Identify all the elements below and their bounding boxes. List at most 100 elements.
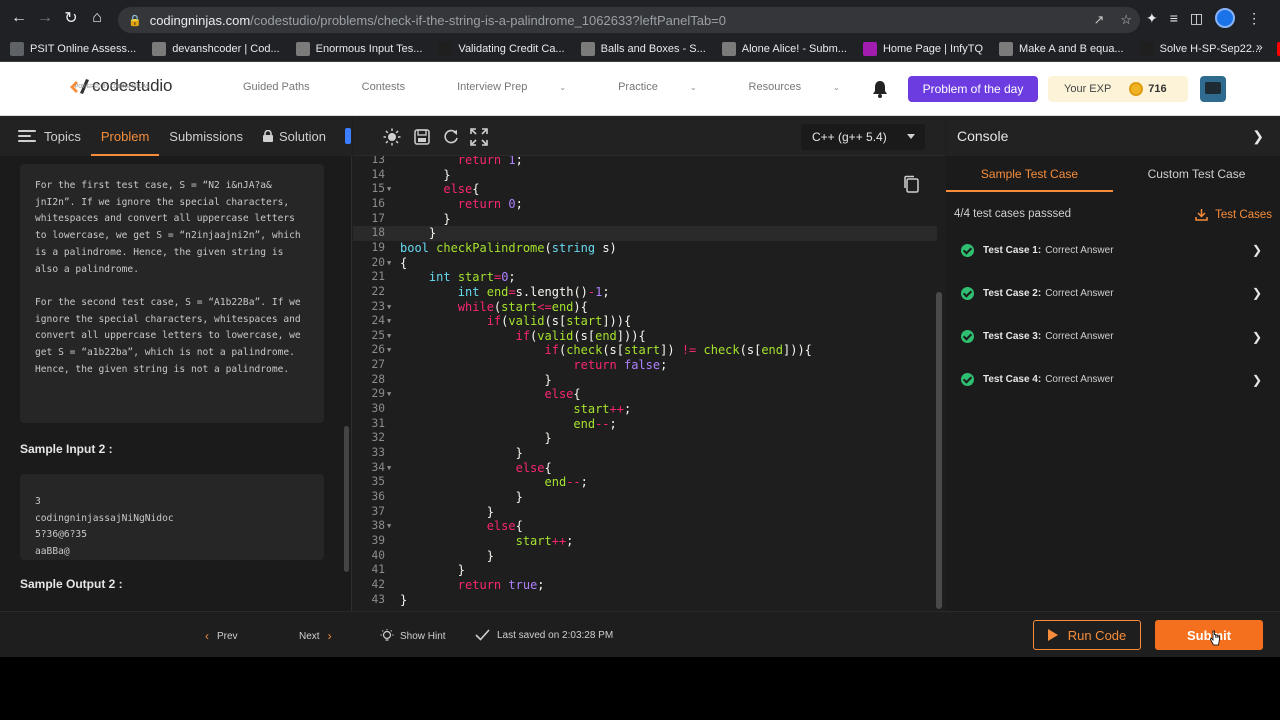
bookmarks-overflow-icon[interactable]: »	[1256, 40, 1268, 54]
fold-arrow-icon[interactable]: ▼	[387, 461, 391, 476]
code-line[interactable]: 24 ▼ if(valid(s[start])){	[353, 314, 937, 329]
profile-avatar[interactable]	[1215, 8, 1236, 28]
exp-badge[interactable]: Your EXP 716	[1048, 76, 1188, 102]
reset-code-icon[interactable]	[442, 128, 460, 146]
nav-item[interactable]: Interview Prep ⌄	[457, 81, 592, 93]
code-line[interactable]: 26 ▼ if(check(s[start]) != check(s[end]))…	[353, 343, 937, 358]
code-line[interactable]: 31 end--;	[353, 417, 937, 432]
fold-arrow-icon[interactable]: ▼	[387, 314, 391, 329]
code-line[interactable]: 15 ▼ else{	[353, 182, 937, 197]
bookmark-item[interactable]: Make A and B equa...	[999, 41, 1124, 56]
code-line[interactable]: 19 bool checkPalindrome(string s)	[353, 241, 937, 256]
reload-icon[interactable]: ↻	[60, 7, 82, 29]
home-icon[interactable]: ⌂	[86, 7, 108, 29]
test-case-row[interactable]: Test Case 3: Correct Answer ❯	[946, 320, 1280, 354]
collapse-console-icon[interactable]: ❯	[1252, 128, 1264, 145]
run-code-button[interactable]: Run Code	[1033, 620, 1141, 650]
code-line[interactable]: 17 }	[353, 212, 937, 227]
nav-item[interactable]: Resources ⌄	[749, 81, 866, 93]
fold-arrow-icon[interactable]: ▼	[387, 182, 391, 197]
problem-of-the-day-button[interactable]: Problem of the day	[908, 76, 1038, 102]
bookmark-item[interactable]: Balls and Boxes - S...	[580, 41, 706, 56]
fold-arrow-icon[interactable]: ▼	[387, 300, 391, 315]
code-line[interactable]: 21 int start=0;	[353, 270, 937, 285]
code-line[interactable]: 16 return 0;	[353, 197, 937, 212]
nav-item[interactable]: Guided Paths	[243, 81, 336, 93]
code-line[interactable]: 20 ▼ {	[353, 256, 937, 271]
code-line[interactable]: 39 start++;	[353, 534, 937, 549]
nav-item[interactable]: Contests	[362, 81, 431, 93]
nav-item[interactable]: Practice ⌄	[618, 81, 722, 93]
forward-arrow-icon[interactable]: →	[34, 7, 56, 29]
fold-arrow-icon[interactable]: ▼	[387, 519, 391, 534]
code-line[interactable]: 14 }	[353, 168, 937, 183]
editor-scrollbar[interactable]	[936, 292, 942, 609]
save-icon[interactable]	[413, 128, 431, 146]
user-avatar[interactable]	[1200, 76, 1226, 102]
tab-topics[interactable]: Topics	[0, 116, 91, 156]
bookmark-item[interactable]: PSIT Online Assess...	[10, 41, 136, 56]
bookmark-item[interactable]: Solve H-SP-Sep22...	[1139, 41, 1261, 56]
fold-arrow-icon[interactable]: ▼	[387, 329, 391, 344]
tab-sample-test-case[interactable]: Sample Test Case	[946, 156, 1113, 192]
kebab-menu-icon[interactable]: ⋮	[1247, 10, 1261, 27]
extensions-icon[interactable]: ✦	[1146, 10, 1158, 27]
problem-scrollbar[interactable]	[344, 426, 349, 572]
fold-arrow-icon[interactable]: ▼	[387, 256, 391, 271]
fold-arrow-icon[interactable]: ▼	[387, 387, 391, 402]
bookmark-item[interactable]: Home Page | InfyTQ	[862, 41, 983, 56]
code-line[interactable]: 37 }	[353, 505, 937, 520]
bookmark-item[interactable]: devanshcoder | Cod...	[152, 41, 280, 56]
share-icon[interactable]: ↗	[1093, 12, 1104, 28]
tab-submissions[interactable]: Submissions	[159, 116, 253, 156]
code-line[interactable]: 33 }	[353, 446, 937, 461]
bookmark-item[interactable]: Alone Alice! - Subm...	[721, 41, 847, 56]
side-panel-icon[interactable]: ◫	[1190, 10, 1203, 27]
code-line[interactable]: 41 }	[353, 563, 937, 578]
code-line[interactable]: 13 return 1;	[353, 156, 937, 168]
back-arrow-icon[interactable]: ←	[8, 7, 30, 29]
code-line[interactable]: 38 ▼ else{	[353, 519, 937, 534]
tab-problem[interactable]: Problem	[90, 116, 160, 156]
language-select[interactable]: C++ (g++ 5.4)	[801, 124, 925, 150]
code-line[interactable]: 32 }	[353, 431, 937, 446]
test-case-row[interactable]: Test Case 1: Correct Answer ❯	[946, 233, 1280, 267]
code-line[interactable]: 23 ▼ while(start<=end){	[353, 300, 937, 315]
fold-arrow-icon[interactable]: ▼	[387, 343, 391, 358]
tab-overflow-indicator[interactable]	[345, 128, 351, 144]
code-line[interactable]: 34 ▼ else{	[353, 461, 937, 476]
show-hint-button[interactable]: Show Hint	[380, 629, 446, 643]
line-number: 29	[371, 387, 385, 401]
code-line[interactable]: 42 return true;	[353, 578, 937, 593]
code-line[interactable]: 22 int end=s.length()-1;	[353, 285, 937, 300]
tab-custom-test-case[interactable]: Custom Test Case	[1113, 156, 1280, 192]
code-token: }	[400, 211, 451, 226]
notification-bell-icon[interactable]	[872, 80, 888, 98]
download-test-cases-link[interactable]: Test Cases	[1195, 208, 1272, 221]
code-area[interactable]: 13 return 1; 14 } 15 ▼ else{16 return 0; 17 …	[353, 156, 945, 611]
address-bar[interactable]: 🔒 codingninjas.com/codestudio/problems/c…	[118, 7, 1140, 33]
code-line[interactable]: 30 start++;	[353, 402, 937, 417]
code-line[interactable]: 25 ▼ if(valid(s[end])){	[353, 329, 937, 344]
code-line[interactable]: 29 ▼ else{	[353, 387, 937, 402]
code-line[interactable]: 36 }	[353, 490, 937, 505]
reading-list-icon[interactable]: ≡	[1170, 10, 1178, 26]
code-line[interactable]: 28 }	[353, 373, 937, 388]
test-case-row[interactable]: Test Case 2: Correct Answer ❯	[946, 276, 1280, 310]
fullscreen-icon[interactable]	[470, 128, 488, 146]
theme-toggle-sun-icon[interactable]	[383, 128, 401, 146]
test-case-row[interactable]: Test Case 4: Correct Answer ❯	[946, 363, 1280, 397]
code-line[interactable]: 18 }	[353, 226, 937, 241]
prev-button[interactable]: ‹ Prev	[205, 629, 238, 643]
code-line[interactable]: 27 return false;	[353, 358, 937, 373]
code-line[interactable]: 43}	[353, 593, 937, 608]
bookmark-item[interactable]: Validating Credit Ca...	[438, 41, 565, 56]
star-icon[interactable]: ☆	[1120, 12, 1132, 28]
bookmark-item[interactable]: Enormous Input Tes...	[295, 41, 422, 56]
copy-code-icon[interactable]	[903, 175, 919, 193]
next-button[interactable]: Next ›	[299, 629, 332, 643]
submit-button[interactable]: Submit	[1155, 620, 1263, 650]
tab-solution[interactable]: Solution	[253, 116, 336, 156]
code-line[interactable]: 40 }	[353, 549, 937, 564]
code-line[interactable]: 35 end--;	[353, 475, 937, 490]
